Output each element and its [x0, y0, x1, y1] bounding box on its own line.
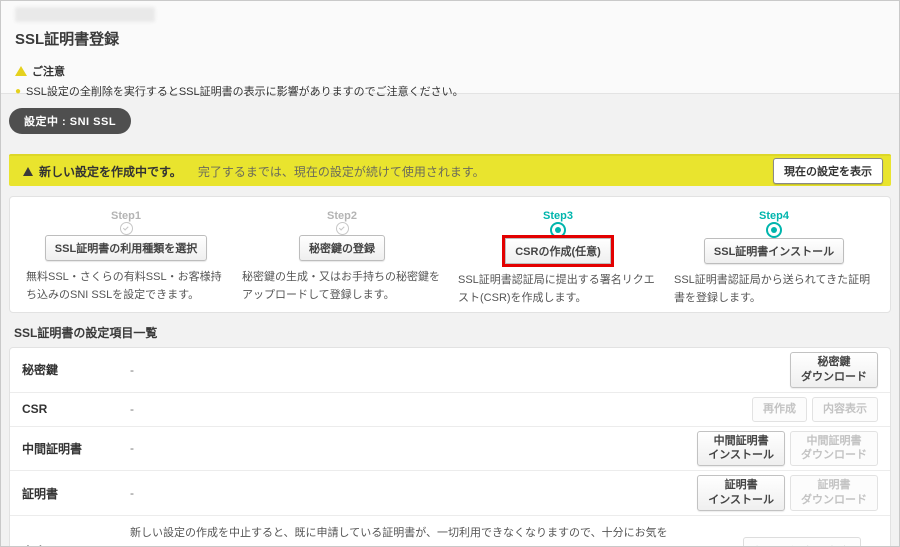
certificate-install-button[interactable]: 証明書 インストール	[697, 475, 785, 511]
intermediate-cert-install-button[interactable]: 中間証明書 インストール	[697, 431, 785, 467]
step3-label: Step3	[543, 210, 573, 222]
certificate-value: -	[130, 486, 697, 500]
page-title: SSL証明書登録	[15, 28, 885, 49]
table-row-certificate: 証明書 - 証明書 インストール 証明書 ダウンロード	[10, 470, 890, 515]
intermediate-cert-value: -	[130, 441, 697, 455]
step1-select-type-button[interactable]: SSL証明書の利用種類を選択	[45, 235, 207, 261]
cancel-description: 新しい設定の作成を中止すると、既に申請している証明書が、一切利用できなくなります…	[130, 524, 670, 547]
table-row-private-key: 秘密鍵 - 秘密鍵 ダウンロード	[10, 348, 890, 392]
step4-install-cert-button[interactable]: SSL証明書インストール	[704, 238, 844, 264]
private-key-download-button[interactable]: 秘密鍵 ダウンロード	[790, 352, 878, 388]
step2-label: Step2	[327, 210, 357, 222]
table-row-cancel: 中止 新しい設定の作成を中止すると、既に申請している証明書が、一切利用できなくな…	[10, 515, 890, 547]
step2-register-key-button[interactable]: 秘密鍵の登録	[299, 235, 385, 261]
step1-check-icon	[120, 222, 133, 235]
step4-label: Step4	[759, 210, 789, 222]
in-progress-banner: 新しい設定を作成中です。 完了するまでは、現在の設定が続けて使用されます。 現在…	[9, 154, 891, 186]
cancel-new-settings-button[interactable]: 新しい設定の中止	[743, 537, 861, 547]
main-section: 設定中 : SNI SSL 新しい設定を作成中です。 完了するまでは、現在の設定…	[1, 93, 899, 546]
alert-triangle-icon	[23, 167, 33, 176]
step4-radio-icon	[766, 222, 782, 238]
steps-panel: Step1 SSL証明書の利用種類を選択 無料SSL・さくらの有料SSL・お客様…	[9, 196, 891, 313]
show-current-settings-button[interactable]: 現在の設定を表示	[773, 158, 883, 184]
intermediate-cert-download-button[interactable]: 中間証明書 ダウンロード	[790, 431, 878, 467]
private-key-label: 秘密鍵	[22, 361, 130, 378]
settings-table: 秘密鍵 - 秘密鍵 ダウンロード CSR - 再作成 内容表示 中間証明	[9, 347, 891, 547]
warning-triangle-icon	[15, 66, 27, 76]
certificate-label: 証明書	[22, 485, 130, 502]
csr-label: CSR	[22, 402, 130, 416]
step2-column: Step2 秘密鍵の登録 秘密鍵の生成・又はお手持ちの秘密鍵をアップロードして登…	[234, 210, 450, 300]
step3-description: SSL証明書認証局に提出する署名リクエスト(CSR)を作成します。	[458, 271, 658, 307]
csr-recreate-button[interactable]: 再作成	[752, 397, 807, 422]
step4-description: SSL証明書認証局から送られてきた証明書を登録します。	[674, 271, 874, 307]
step1-label: Step1	[111, 210, 141, 222]
step1-description: 無料SSL・さくらの有料SSL・お客様持ち込みのSNI SSLを設定できます。	[26, 268, 226, 304]
private-key-value: -	[130, 363, 790, 377]
cancel-controls: 中止の確認 新しい設定の中止	[676, 537, 861, 547]
step3-column: Step3 CSRの作成(任意) SSL証明書認証局に提出する署名リクエスト(C…	[450, 210, 666, 300]
step4-column: Step4 SSL証明書インストール SSL証明書認証局から送られてきた証明書を…	[666, 210, 882, 300]
notice-item-text: SSL設定の全削除を実行するとSSL証明書の表示に影響がありますのでご注意くださ…	[26, 83, 464, 99]
status-badge: 設定中 : SNI SSL	[9, 108, 131, 134]
table-row-csr: CSR - 再作成 内容表示	[10, 392, 890, 426]
table-row-intermediate-cert: 中間証明書 - 中間証明書 インストール 中間証明書 ダウンロード	[10, 426, 890, 471]
cancel-label: 中止	[22, 543, 130, 547]
notice-heading: ご注意	[32, 63, 65, 79]
banner-message-bold: 新しい設定を作成中です。	[39, 163, 182, 180]
certificate-download-button[interactable]: 証明書 ダウンロード	[790, 475, 878, 511]
page-header: SSL証明書登録 ご注意 ● SSL設定の全削除を実行するとSSL証明書の表示に…	[1, 1, 899, 93]
bullet-icon: ●	[15, 86, 21, 97]
csr-view-button[interactable]: 内容表示	[812, 397, 878, 422]
step1-column: Step1 SSL証明書の利用種類を選択 無料SSL・さくらの有料SSL・お客様…	[18, 210, 234, 300]
banner-message: 完了するまでは、現在の設定が続けて使用されます。	[198, 163, 485, 180]
page-frame: SSL証明書登録 ご注意 ● SSL設定の全削除を実行するとSSL証明書の表示に…	[0, 0, 900, 547]
step2-check-icon	[336, 222, 349, 235]
redacted-breadcrumb	[15, 7, 155, 22]
settings-list-title: SSL証明書の設定項目一覧	[14, 324, 891, 341]
step2-description: 秘密鍵の生成・又はお手持ちの秘密鍵をアップロードして登録します。	[242, 268, 442, 304]
csr-value: -	[130, 402, 752, 416]
step3-radio-icon	[550, 222, 566, 238]
step3-create-csr-button[interactable]: CSRの作成(任意)	[505, 238, 611, 264]
intermediate-cert-label: 中間証明書	[22, 440, 130, 457]
